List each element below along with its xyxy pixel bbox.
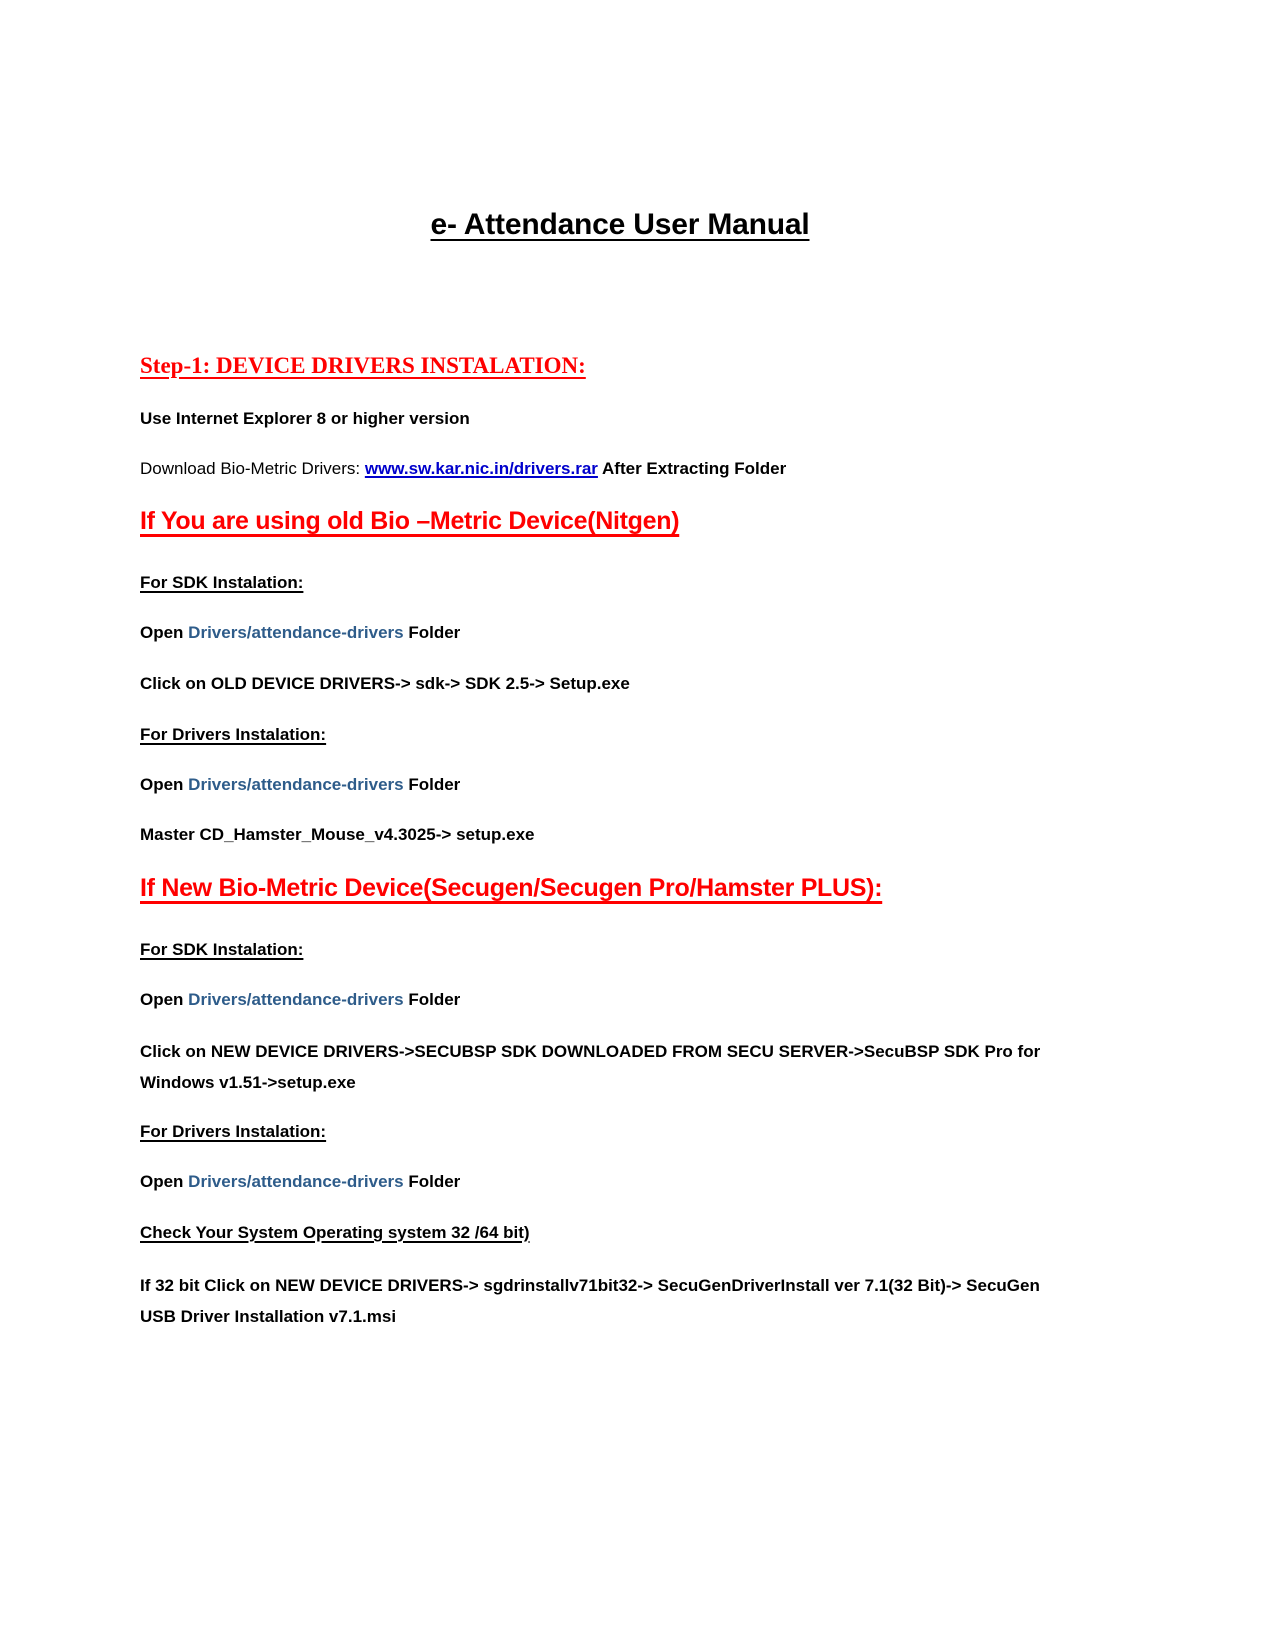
bit32-steps-text: If 32 bit Click on NEW DEVICE DRIVERS-> … [140, 1276, 1040, 1326]
heading-old-bio-metric-device-text: If You are using old Bio –Metric Device(… [140, 507, 680, 535]
heading-step-1: Step-1: DEVICE DRIVERS INSTALATION: [140, 352, 1100, 380]
open-suffix-text: Folder [403, 990, 461, 1009]
open-prefix-text: Open [140, 1172, 189, 1191]
folder-path-text: Drivers/attendance-drivers [188, 623, 404, 642]
download-prefix-text: Download Bio-Metric Drivers: [140, 459, 365, 478]
folder-path-text: Drivers/attendance-drivers [188, 775, 404, 794]
label-new-drivers-instalation: For Drivers Instalation: [140, 1118, 1100, 1146]
old-sdk-steps-text: Click on OLD DEVICE DRIVERS-> sdk-> SDK … [140, 674, 630, 693]
drivers-download-link[interactable]: www.sw.kar.nic.in/drivers.rar [365, 459, 598, 478]
label-old-sdk-instalation: For SDK Instalation: [140, 569, 1100, 597]
old-sdk-steps-line: Click on OLD DEVICE DRIVERS-> sdk-> SDK … [140, 670, 1100, 698]
label-new-sdk-instalation-text: For SDK Instalation: [140, 940, 304, 959]
document-page: e- Attendance User Manual Step-1: DEVICE… [0, 0, 1275, 1651]
browser-requirement-text: Use Internet Explorer 8 or higher versio… [140, 409, 470, 428]
label-new-sdk-instalation: For SDK Instalation: [140, 936, 1100, 964]
open-folder-line-old-sdk: Open Drivers/attendance-drivers Folder [140, 619, 1100, 647]
label-old-sdk-instalation-text: For SDK Instalation: [140, 573, 304, 592]
page-title-text: e- Attendance User Manual [430, 208, 810, 241]
download-suffix-text: After Extracting Folder [597, 459, 787, 478]
old-drivers-steps-line: Master CD_Hamster_Mouse_v4.3025-> setup.… [140, 821, 1100, 849]
label-new-drivers-instalation-text: For Drivers Instalation: [140, 1122, 327, 1141]
open-folder-line-new-sdk: Open Drivers/attendance-drivers Folder [140, 986, 1100, 1014]
label-os-bitness-check: Check Your System Operating system 32 /6… [140, 1219, 1100, 1247]
folder-path-text: Drivers/attendance-drivers [188, 990, 404, 1009]
new-sdk-steps-text: Click on NEW DEVICE DRIVERS->SECUBSP SDK… [140, 1042, 1041, 1092]
open-prefix-text: Open [140, 775, 189, 794]
open-suffix-text: Folder [403, 775, 461, 794]
bit32-steps-line: If 32 bit Click on NEW DEVICE DRIVERS-> … [140, 1270, 1075, 1332]
open-suffix-text: Folder [403, 1172, 461, 1191]
new-sdk-steps-line: Click on NEW DEVICE DRIVERS->SECUBSP SDK… [140, 1036, 1075, 1098]
page-title: e- Attendance User Manual [140, 208, 1100, 243]
heading-new-bio-metric-device: If New Bio-Metric Device(Secugen/Secugen… [140, 872, 1115, 904]
heading-step-1-text: Step-1: DEVICE DRIVERS INSTALATION: [140, 353, 586, 378]
open-folder-line-old-drivers: Open Drivers/attendance-drivers Folder [140, 771, 1100, 799]
label-os-bitness-check-text: Check Your System Operating system 32 /6… [140, 1223, 530, 1242]
open-prefix-text: Open [140, 990, 189, 1009]
open-suffix-text: Folder [403, 623, 461, 642]
open-prefix-text: Open [140, 623, 189, 642]
heading-old-bio-metric-device: If You are using old Bio –Metric Device(… [140, 505, 1115, 537]
label-old-drivers-instalation: For Drivers Instalation: [140, 721, 1100, 749]
open-folder-line-new-drivers: Open Drivers/attendance-drivers Folder [140, 1168, 1100, 1196]
folder-path-text: Drivers/attendance-drivers [188, 1172, 404, 1191]
label-old-drivers-instalation-text: For Drivers Instalation: [140, 725, 327, 744]
browser-requirement-note: Use Internet Explorer 8 or higher versio… [140, 405, 1100, 433]
heading-new-bio-metric-device-text: If New Bio-Metric Device(Secugen/Secugen… [140, 874, 883, 902]
download-drivers-line: Download Bio-Metric Drivers: www.sw.kar.… [140, 455, 1100, 483]
old-drivers-steps-text: Master CD_Hamster_Mouse_v4.3025-> setup.… [140, 825, 535, 844]
